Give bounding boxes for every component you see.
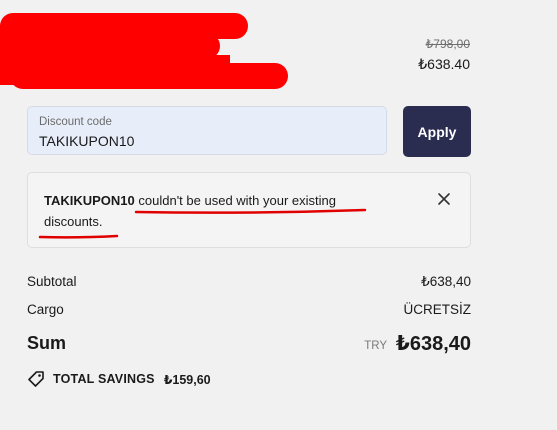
total-savings: TOTAL SAVINGS ₺159,60 bbox=[27, 370, 211, 388]
close-icon[interactable] bbox=[436, 191, 452, 207]
subtotal-label: Subtotal bbox=[27, 274, 77, 289]
cargo-label: Cargo bbox=[27, 302, 64, 317]
original-price: ₺798,00 bbox=[425, 37, 470, 51]
sum-label: Sum bbox=[27, 333, 67, 353]
discount-code-label: Discount code bbox=[39, 116, 112, 128]
apply-button[interactable]: Apply bbox=[403, 106, 471, 157]
savings-value: ₺159,60 bbox=[163, 372, 211, 387]
line-item-price: ₺638.40 bbox=[418, 56, 470, 72]
savings-label: TOTAL SAVINGS bbox=[53, 372, 155, 386]
discount-error-banner: TAKIKUPON10 couldn't be used with your e… bbox=[27, 172, 471, 248]
cargo-value: ÜCRETSİZ bbox=[403, 302, 472, 317]
tag-icon bbox=[28, 371, 44, 387]
error-code: TAKIKUPON10 bbox=[44, 193, 135, 208]
discount-code-field[interactable]: Discount code TAKIKUPON10 bbox=[27, 106, 387, 155]
sum-value: ₺638,40 bbox=[395, 333, 471, 355]
error-message: TAKIKUPON10 couldn't be used with your e… bbox=[44, 190, 384, 232]
redaction-scribble bbox=[0, 13, 288, 89]
currency-code: TRY bbox=[364, 340, 387, 352]
subtotal-value: ₺638,40 bbox=[421, 274, 471, 289]
discount-code-value[interactable]: TAKIKUPON10 bbox=[39, 133, 134, 149]
